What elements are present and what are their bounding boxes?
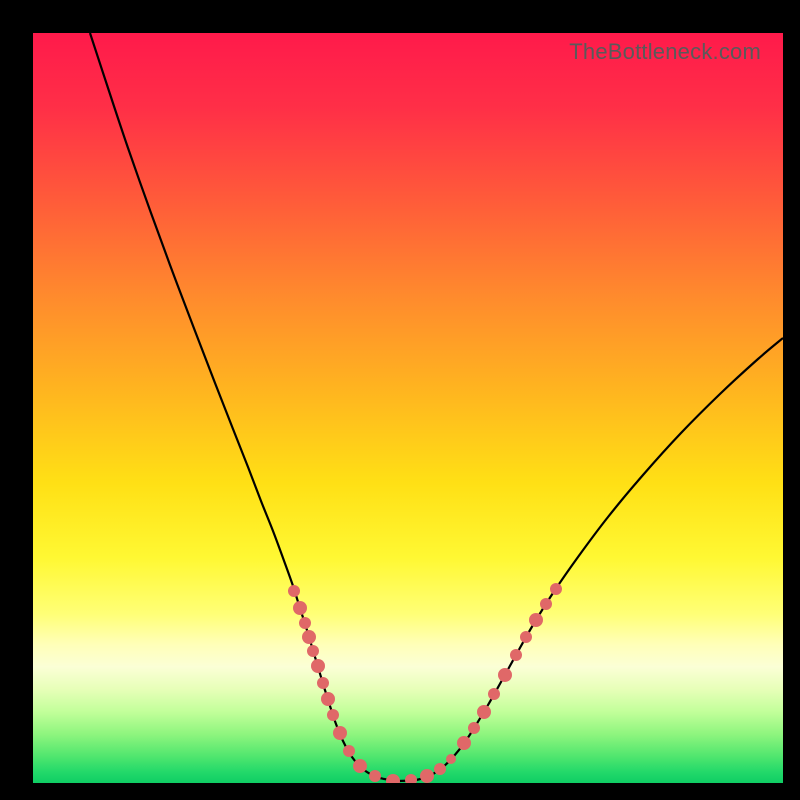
curve-marker xyxy=(317,677,329,689)
curve-marker xyxy=(520,631,532,643)
curve-markers xyxy=(288,583,562,783)
curve-left-branch xyxy=(90,33,398,781)
curve-marker xyxy=(529,613,543,627)
curve-marker xyxy=(550,583,562,595)
watermark-text: TheBottleneck.com xyxy=(569,39,761,65)
curve-marker xyxy=(288,585,300,597)
curve-marker xyxy=(468,722,480,734)
plot-area: TheBottleneck.com xyxy=(33,33,783,783)
curve-marker xyxy=(510,649,522,661)
curve-marker xyxy=(405,774,417,783)
curve-marker xyxy=(353,759,367,773)
curve-marker xyxy=(299,617,311,629)
curve-marker xyxy=(386,774,400,783)
curve-marker xyxy=(311,659,325,673)
chart-frame: TheBottleneck.com xyxy=(0,0,800,800)
curve-marker xyxy=(488,688,500,700)
curve-marker xyxy=(343,745,355,757)
curve-marker xyxy=(369,770,381,782)
curve-right-branch xyxy=(398,338,783,781)
curve-marker xyxy=(293,601,307,615)
curve-marker xyxy=(302,630,316,644)
curve-layer xyxy=(33,33,783,783)
curve-marker xyxy=(420,769,434,783)
curve-marker xyxy=(434,763,446,775)
curve-marker xyxy=(457,736,471,750)
curve-marker xyxy=(327,709,339,721)
curve-marker xyxy=(307,645,319,657)
curve-marker xyxy=(477,705,491,719)
curve-marker xyxy=(540,598,552,610)
curve-marker xyxy=(321,692,335,706)
curve-marker xyxy=(498,668,512,682)
curve-marker xyxy=(333,726,347,740)
curve-marker xyxy=(446,754,456,764)
